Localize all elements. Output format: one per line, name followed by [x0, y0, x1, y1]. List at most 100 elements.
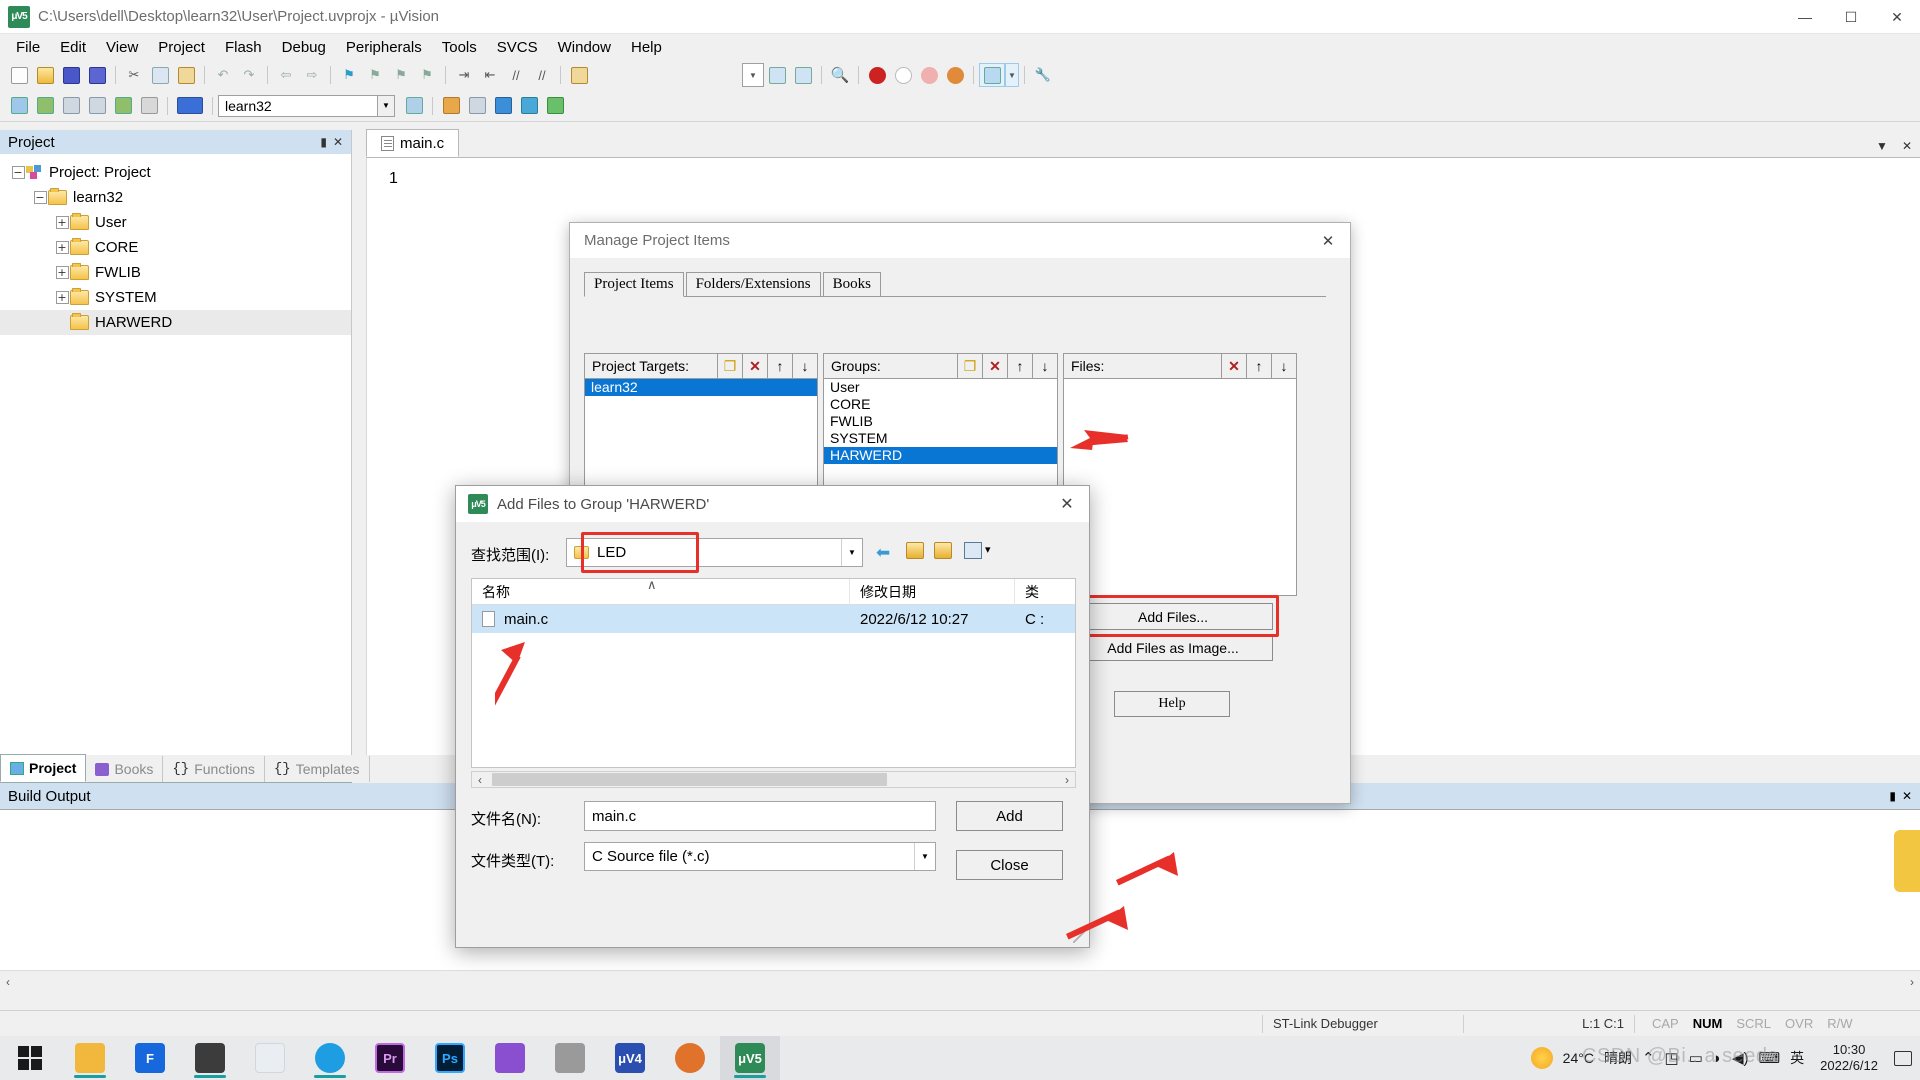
ime-indicator[interactable]: 英: [1790, 1048, 1804, 1068]
column-header-type[interactable]: 类: [1015, 579, 1075, 605]
tree-expander[interactable]: +: [54, 291, 70, 304]
taskbar-app-simulator[interactable]: [540, 1036, 600, 1080]
tree-expander[interactable]: −: [10, 166, 26, 179]
copy-icon[interactable]: [147, 63, 173, 87]
new-target-icon[interactable]: ❐: [717, 354, 742, 378]
scroll-right-icon[interactable]: ›: [1910, 975, 1914, 989]
tree-node-target[interactable]: − learn32: [0, 185, 351, 210]
bookmark-list-icon[interactable]: [790, 63, 816, 87]
menu-tools[interactable]: Tools: [432, 36, 487, 59]
add-button[interactable]: Add: [956, 801, 1063, 831]
tab-functions[interactable]: {} Functions: [163, 756, 265, 782]
target-selector-caret-icon[interactable]: ▼: [378, 95, 395, 117]
move-file-up-icon[interactable]: ↑: [1246, 354, 1271, 378]
tree-expander[interactable]: +: [54, 216, 70, 229]
navigate-forward-icon[interactable]: ⇨: [299, 63, 325, 87]
taskbar-app-keil-uvision5[interactable]: μV5: [720, 1036, 780, 1080]
menu-help[interactable]: Help: [621, 36, 672, 59]
notification-icon[interactable]: [1894, 1051, 1912, 1066]
undo-icon[interactable]: ↶: [210, 63, 236, 87]
taskbar-app-foxit-reader[interactable]: F: [120, 1036, 180, 1080]
editor-minimize-icon[interactable]: ▼: [1876, 139, 1888, 153]
kill-breakpoint-icon[interactable]: [890, 63, 916, 87]
tab-books[interactable]: Books: [86, 756, 163, 782]
target-options-icon[interactable]: [401, 94, 427, 118]
menu-flash[interactable]: Flash: [215, 36, 272, 59]
groups-list[interactable]: User CORE FWLIB SYSTEM HARWERD: [823, 379, 1058, 487]
side-widget[interactable]: [1894, 830, 1920, 892]
bookmark-next-icon[interactable]: ⚑: [388, 63, 414, 87]
list-item[interactable]: FWLIB: [824, 413, 1057, 430]
close-icon[interactable]: ✕: [1045, 486, 1089, 522]
move-group-down-icon[interactable]: ↓: [1032, 354, 1057, 378]
target-selector[interactable]: learn32: [218, 95, 378, 117]
close-icon[interactable]: ✕: [1902, 789, 1912, 803]
pack-installer-icon[interactable]: [490, 94, 516, 118]
window-layout-caret-icon[interactable]: ▼: [1005, 63, 1019, 87]
new-group-icon[interactable]: ❐: [957, 354, 982, 378]
download-icon[interactable]: [136, 94, 162, 118]
tab-folders-extensions[interactable]: Folders/Extensions: [686, 272, 821, 296]
tree-node-project[interactable]: − Project: Project: [0, 160, 351, 185]
view-mode-caret-icon[interactable]: ▾: [985, 543, 991, 556]
scroll-left-icon[interactable]: ‹: [472, 773, 488, 787]
files-list[interactable]: [1063, 379, 1297, 596]
rebuild-icon[interactable]: [58, 94, 84, 118]
taskbar-app-keil-uvision4[interactable]: μV4: [600, 1036, 660, 1080]
scroll-right-icon[interactable]: ›: [1059, 773, 1075, 787]
close-button[interactable]: Close: [956, 850, 1063, 880]
translate-icon[interactable]: [6, 94, 32, 118]
minimize-button[interactable]: —: [1782, 0, 1828, 34]
add-files-as-image-button[interactable]: Add Files as Image...: [1073, 635, 1273, 661]
bookmark-clear-icon[interactable]: ⚑: [414, 63, 440, 87]
menu-peripherals[interactable]: Peripherals: [336, 36, 432, 59]
file-list-scrollbar[interactable]: ‹ ›: [471, 771, 1076, 788]
delete-target-icon[interactable]: ✕: [742, 354, 767, 378]
chevron-down-icon[interactable]: ▼: [914, 843, 935, 870]
file-type-select[interactable]: C Source file (*.c) ▼: [584, 842, 936, 871]
open-declaration-icon[interactable]: [566, 63, 592, 87]
find-dropdown-icon[interactable]: ▼: [742, 63, 764, 87]
scrollbar-thumb[interactable]: [492, 773, 887, 786]
chevron-down-icon[interactable]: ▼: [841, 539, 862, 566]
build-icon[interactable]: [32, 94, 58, 118]
move-target-up-icon[interactable]: ↑: [767, 354, 792, 378]
uncomment-icon[interactable]: //: [529, 63, 555, 87]
paste-icon[interactable]: [173, 63, 199, 87]
menu-window[interactable]: Window: [548, 36, 621, 59]
list-item[interactable]: SYSTEM: [824, 430, 1057, 447]
file-row-main-c[interactable]: main.c 2022/6/12 10:27 C :: [472, 605, 1075, 633]
taskbar-clock[interactable]: 10:30 2022/6/12: [1814, 1042, 1884, 1075]
manage-project-items-icon[interactable]: [438, 94, 464, 118]
add-files-button[interactable]: Add Files...: [1073, 603, 1273, 630]
taskbar-app-photoshop[interactable]: Ps: [420, 1036, 480, 1080]
redo-icon[interactable]: ↷: [236, 63, 262, 87]
taskbar-app-matlab[interactable]: [660, 1036, 720, 1080]
editor-close-icon[interactable]: ✕: [1902, 139, 1912, 153]
project-targets-list[interactable]: learn32: [584, 379, 818, 487]
help-button[interactable]: Help: [1114, 691, 1230, 717]
tree-node-system[interactable]: + SYSTEM: [0, 285, 351, 310]
taskbar-app-file-explorer[interactable]: [60, 1036, 120, 1080]
back-arrow-icon[interactable]: ⬅: [876, 543, 890, 563]
taskbar-app-wps-cloud[interactable]: [240, 1036, 300, 1080]
menu-svcs[interactable]: SVCS: [487, 36, 548, 59]
zoom-icon[interactable]: 🔍: [827, 63, 853, 87]
taskbar-app-visual-studio[interactable]: [480, 1036, 540, 1080]
tree-expander[interactable]: −: [32, 191, 48, 204]
resize-grip[interactable]: [1073, 931, 1085, 943]
list-item[interactable]: CORE: [824, 396, 1057, 413]
list-item[interactable]: HARWERD: [824, 447, 1057, 464]
manage-components-icon[interactable]: [542, 94, 568, 118]
pin-icon[interactable]: ▮: [1889, 789, 1896, 803]
list-item[interactable]: User: [824, 379, 1057, 396]
file-name-input[interactable]: main.c: [584, 801, 936, 831]
save-all-icon[interactable]: [84, 63, 110, 87]
load-icon[interactable]: [173, 94, 207, 118]
bookmark-toggle-icon[interactable]: ⚑: [336, 63, 362, 87]
tab-books[interactable]: Books: [823, 272, 881, 296]
windows-start-icon[interactable]: [0, 1036, 60, 1080]
tab-project-items[interactable]: Project Items: [584, 272, 684, 297]
bookmark-prev-icon[interactable]: ⚑: [362, 63, 388, 87]
save-icon[interactable]: [58, 63, 84, 87]
